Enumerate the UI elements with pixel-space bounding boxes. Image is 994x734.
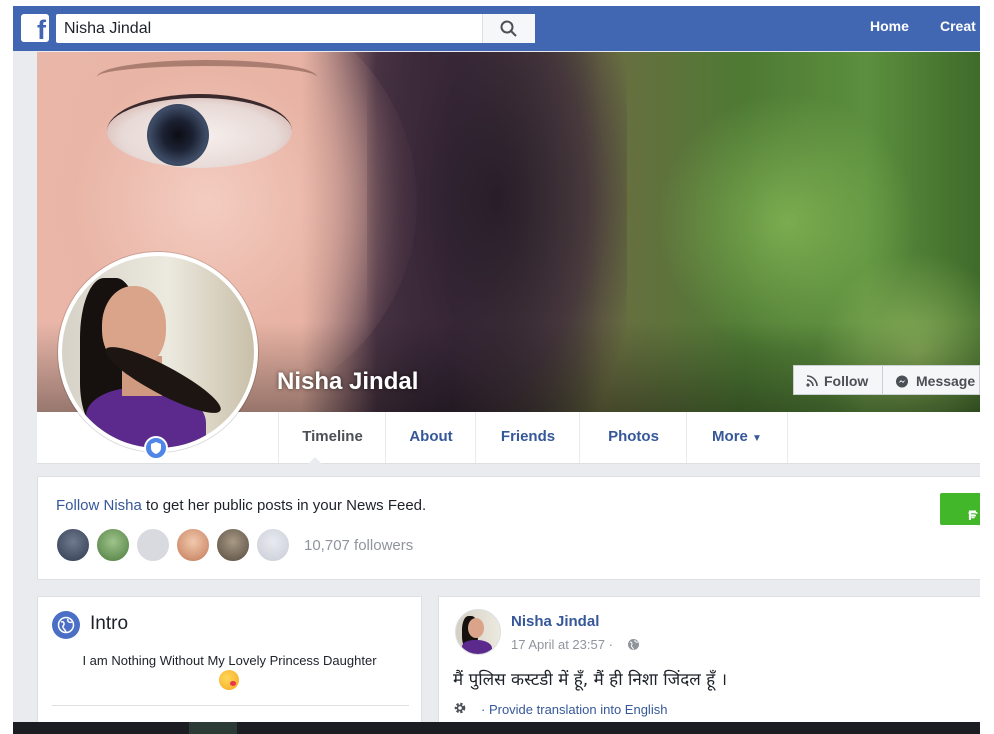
post-author-name[interactable]: Nisha Jindal — [511, 613, 599, 630]
nav-home-link[interactable]: Home — [870, 18, 909, 34]
follow-green-text: F — [968, 507, 977, 523]
kissing-face-emoji-icon — [219, 670, 239, 690]
message-button[interactable]: Message — [883, 365, 980, 395]
shield-icon — [151, 442, 161, 454]
search-box[interactable]: Nisha Jindal — [56, 14, 535, 43]
post-card: Nisha Jindal 17 April at 23:57 · मैं पुल… — [438, 596, 980, 734]
globe-icon-glyph — [57, 616, 75, 634]
tab-photos[interactable]: Photos — [579, 412, 687, 463]
follow-button[interactable]: Follow — [793, 365, 883, 395]
follow-button-label: Follow — [824, 373, 869, 389]
follower-avatar[interactable] — [135, 527, 171, 563]
cover-eyebrow — [97, 60, 317, 94]
search-input[interactable]: Nisha Jindal — [64, 14, 151, 43]
follower-avatar[interactable] — [175, 527, 211, 563]
intro-bio: I am Nothing Without My Lovely Princess … — [82, 653, 377, 668]
search-button[interactable] — [482, 14, 535, 43]
tab-more-label: More — [712, 428, 748, 445]
follow-prompt-suffix: to get her public posts in your News Fee… — [141, 497, 427, 514]
followers-count[interactable]: 10,707 followers — [304, 537, 413, 554]
search-icon — [500, 20, 517, 37]
screenshot-frame: f Nisha Jindal Home Creat Nisha Jindal F… — [13, 6, 980, 734]
chevron-down-icon: ▼ — [752, 433, 762, 444]
intro-card: Intro I am Nothing Without My Lovely Pri… — [37, 596, 422, 734]
tab-about[interactable]: About — [385, 412, 476, 463]
avatar-face — [468, 618, 484, 638]
message-button-label: Message — [916, 373, 976, 389]
tab-more[interactable]: More ▼ — [686, 412, 788, 463]
post-author-avatar[interactable] — [455, 609, 501, 655]
bottom-strip — [13, 722, 980, 734]
follow-prompt-card: Follow Nisha to get her public posts in … — [37, 476, 980, 580]
profile-name[interactable]: Nisha Jindal — [277, 368, 418, 396]
profile-avatar[interactable] — [58, 252, 258, 452]
follow-prompt-text: Follow Nisha to get her public posts in … — [56, 497, 426, 514]
translate-link[interactable]: · Provide translation into English — [481, 702, 667, 717]
gear-icon[interactable] — [453, 701, 467, 715]
globe-icon[interactable] — [627, 638, 640, 651]
follow-prompt-name[interactable]: Nisha — [104, 497, 142, 514]
profile-badge-icon — [144, 436, 168, 460]
active-tab-caret — [308, 457, 322, 464]
follower-avatar[interactable] — [55, 527, 91, 563]
facebook-logo-icon[interactable]: f — [21, 14, 49, 45]
logo-letter: f — [37, 15, 46, 45]
follow-prompt-prefix: Follow — [56, 497, 104, 514]
follow-green-button[interactable]: ᯤF — [940, 493, 980, 525]
globe-icon — [52, 611, 80, 639]
follower-avatar[interactable] — [95, 527, 131, 563]
post-text: मैं पुलिस कस्टडी में हूँ, मैं ही निशा जि… — [453, 670, 728, 690]
follower-avatar[interactable] — [255, 527, 291, 563]
divider — [52, 705, 409, 706]
intro-title: Intro — [90, 613, 129, 634]
cover-iris — [147, 104, 209, 166]
messenger-icon — [896, 375, 908, 388]
follower-avatar[interactable] — [215, 527, 251, 563]
top-bar: f Nisha Jindal Home Creat — [13, 6, 980, 51]
avatar-dress — [462, 640, 492, 654]
tab-friends[interactable]: Friends — [475, 412, 580, 463]
nav-create-link[interactable]: Creat — [940, 18, 976, 34]
rss-follow-icon — [806, 375, 818, 387]
post-timestamp[interactable]: 17 April at 23:57 · — [511, 637, 613, 652]
bottom-strip-segment — [189, 722, 237, 734]
tab-timeline[interactable]: Timeline — [278, 412, 386, 463]
